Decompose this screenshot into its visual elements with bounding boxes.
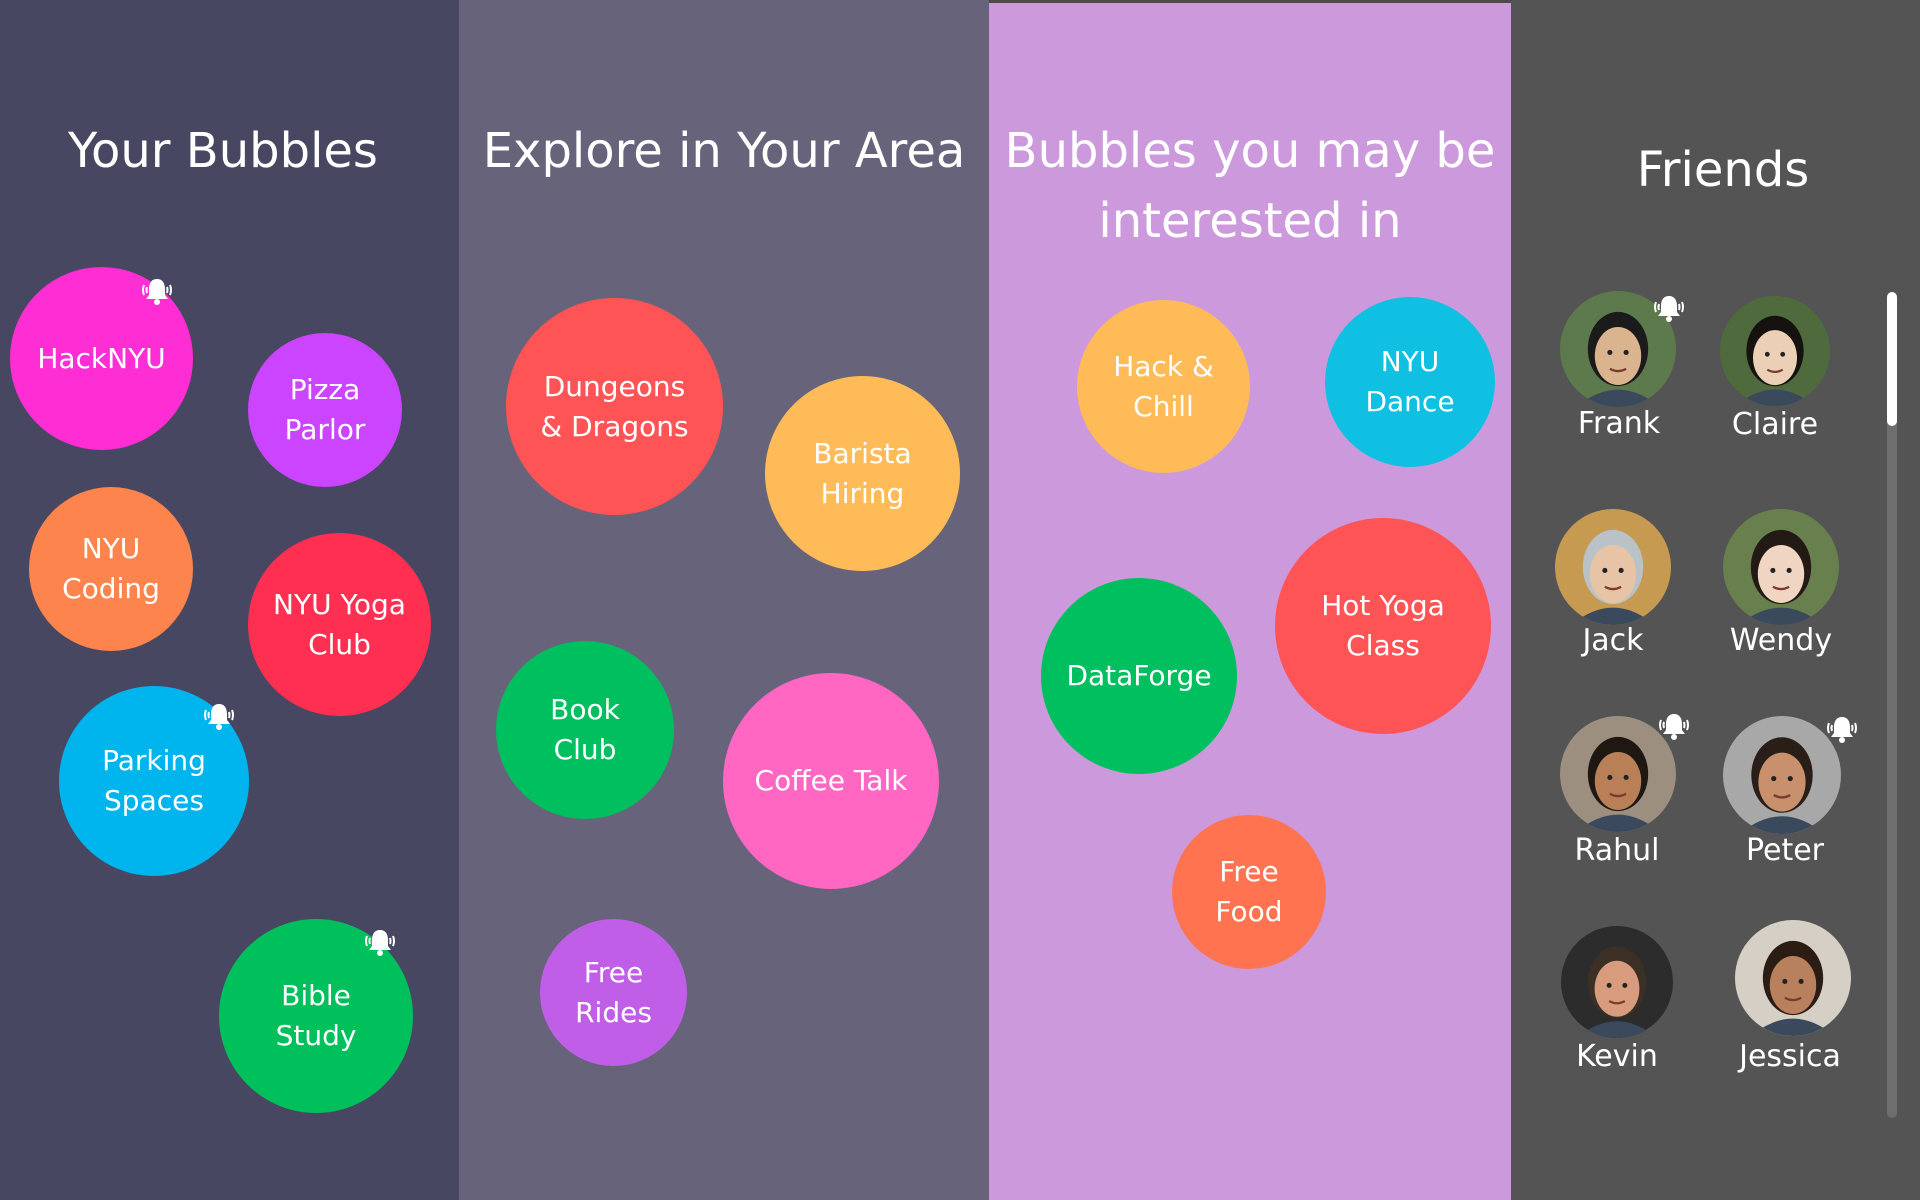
interested-bubble[interactable]: DataForge — [1041, 578, 1237, 774]
interested-bubble[interactable]: Hack & Chill — [1077, 300, 1250, 473]
interested-title: Bubbles you may be interested in — [1004, 123, 1496, 249]
friend-name: Wendy — [1729, 623, 1833, 658]
bubble-label: Barista Hiring — [813, 436, 912, 510]
avatar[interactable] — [1735, 920, 1851, 1036]
bubble-label: Hack & Chill — [1113, 349, 1214, 423]
explore-title: Explore in Your Area — [482, 123, 966, 179]
bubble-label: Bible Study — [275, 979, 357, 1052]
explore-bubble[interactable]: Coffee Talk — [723, 673, 939, 889]
avatar[interactable] — [1723, 716, 1841, 834]
avatar[interactable] — [1561, 926, 1673, 1038]
notification-bell-icon — [363, 927, 397, 957]
friend-name: Jessica — [1739, 1039, 1841, 1074]
notification-bell-icon — [202, 701, 236, 731]
bubble-label: NYU Coding — [62, 532, 160, 605]
avatar[interactable] — [1720, 296, 1830, 406]
avatar[interactable] — [1723, 509, 1839, 625]
notification-bell-icon — [1657, 711, 1691, 741]
bubble-label: Hot Yoga Class — [1321, 589, 1445, 662]
bubble-label: Book Club — [550, 693, 620, 766]
bubble-label: Parking Spaces — [102, 744, 206, 817]
friend-name: Claire — [1731, 407, 1819, 442]
interested-bubble[interactable]: NYU Dance — [1325, 297, 1495, 467]
notification-bell-icon — [1825, 714, 1859, 744]
bubble-label: DataForge — [1066, 659, 1212, 692]
friend-name: Peter — [1745, 833, 1825, 868]
friend-name: Kevin — [1576, 1039, 1658, 1074]
your-bubble[interactable]: NYU Coding — [29, 487, 193, 651]
explore-column: Explore in Your Area — [459, 0, 989, 1200]
bubble-label: Dungeons & Dragons — [540, 369, 689, 443]
your-bubbles-title: Your Bubbles — [68, 123, 378, 179]
friend-name: Jack — [1582, 623, 1644, 658]
explore-bubble[interactable]: Dungeons & Dragons — [506, 298, 723, 515]
notification-bell-icon — [140, 276, 174, 306]
bubble-label: NYU Yoga Club — [273, 587, 406, 661]
app: Your Bubbles Explore in Your Area Bubble… — [0, 0, 1920, 1200]
explore-bubble[interactable]: Free Rides — [540, 919, 687, 1066]
bubble-label: Free Rides — [575, 955, 652, 1029]
your-bubble[interactable]: NYU Yoga Club — [248, 533, 431, 716]
notification-bell-icon — [1652, 293, 1686, 323]
bubble-label: Coffee Talk — [754, 764, 908, 797]
explore-bubble[interactable]: Barista Hiring — [765, 376, 960, 571]
bubble-label: HackNYU — [37, 341, 166, 375]
friends-scrollbar[interactable] — [1887, 292, 1897, 1118]
friends-scrollbar-thumb[interactable] — [1887, 292, 1897, 426]
avatar[interactable] — [1555, 509, 1671, 625]
bubble-label: NYU Dance — [1365, 345, 1455, 418]
bubble-label: Free Food — [1215, 855, 1283, 928]
bubble-label: Pizza Parlor — [284, 373, 366, 446]
interested-bubble[interactable]: Hot Yoga Class — [1275, 518, 1491, 734]
interested-bubble[interactable]: Free Food — [1172, 815, 1326, 969]
friend-name: Frank — [1577, 406, 1661, 441]
your-bubble[interactable]: Pizza Parlor — [248, 333, 402, 487]
explore-bubble[interactable]: Book Club — [496, 641, 674, 819]
friend-name: Rahul — [1574, 833, 1660, 868]
friends-title: Friends — [1636, 142, 1810, 198]
